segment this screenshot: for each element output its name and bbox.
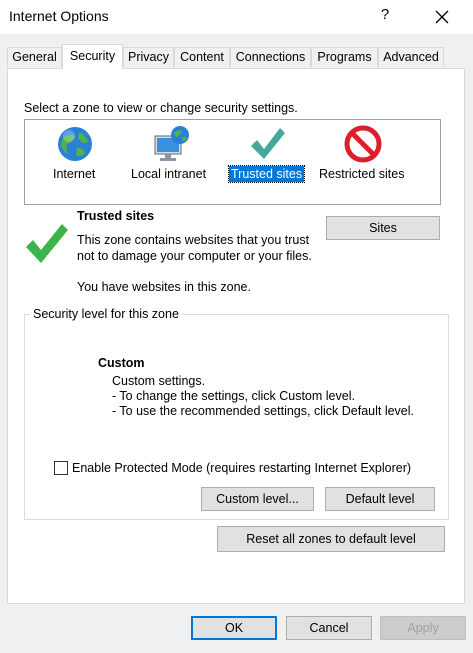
help-button[interactable]: ? [376, 6, 394, 26]
zone-restricted-sites[interactable]: Restricted sites [317, 120, 413, 204]
tab-connections[interactable]: Connections [230, 47, 311, 67]
ok-button[interactable]: OK [191, 616, 277, 640]
intranet-icon [154, 126, 189, 161]
zone-label: Internet [53, 167, 96, 181]
level-line: - To use the recommended settings, click… [112, 404, 414, 418]
tab-advanced[interactable]: Advanced [378, 47, 444, 67]
security-level-label: Security level for this zone [30, 307, 182, 321]
zone-note: You have websites in this zone. [77, 280, 251, 294]
zone-title: Trusted sites [77, 209, 155, 223]
cancel-button[interactable]: Cancel [286, 616, 372, 640]
zone-prompt: Select a zone to view or change security… [24, 101, 298, 115]
level-line: - To change the settings, click Custom l… [112, 389, 355, 403]
protected-mode-label[interactable]: Enable Protected Mode (requires restarti… [72, 461, 411, 475]
window-title: Internet Options [9, 8, 109, 24]
zone-label: Trusted sites [227, 165, 306, 183]
dialog-buttons: OK Cancel Apply [0, 604, 473, 653]
tab-programs[interactable]: Programs [311, 47, 378, 67]
globe-icon [58, 127, 92, 161]
checkmark-icon [251, 128, 285, 159]
tab-general[interactable]: General [7, 47, 62, 67]
apply-button[interactable]: Apply [380, 616, 466, 640]
restricted-icon [344, 125, 382, 163]
close-button[interactable] [431, 6, 453, 28]
protected-mode-checkbox[interactable] [54, 461, 68, 475]
sites-button[interactable]: Sites [326, 216, 440, 240]
zone-label: Local intranet [131, 167, 207, 181]
zone-list: Internet Local intranet Trusted sites Re… [24, 119, 441, 205]
tab-security[interactable]: Security [62, 44, 123, 69]
tab-privacy[interactable]: Privacy [123, 47, 174, 67]
security-level-details: Custom settings. - To change the setting… [112, 374, 414, 419]
checkmark-icon [26, 224, 68, 263]
title-bar: Internet Options ? [0, 0, 473, 34]
level-line: Custom settings. [112, 374, 206, 388]
zone-description: This zone contains websites that you tru… [77, 233, 312, 263]
tab-content[interactable]: Content [174, 47, 230, 67]
default-level-button[interactable]: Default level [325, 487, 435, 511]
zone-internet[interactable]: Internet [45, 120, 105, 204]
security-level-name: Custom [98, 356, 145, 370]
custom-level-button[interactable]: Custom level... [201, 487, 314, 511]
close-icon [435, 10, 449, 24]
zone-trusted-sites[interactable]: Trusted sites [227, 120, 309, 204]
zone-label: Restricted sites [319, 167, 405, 181]
zone-local-intranet[interactable]: Local intranet [129, 120, 219, 204]
security-panel: Select a zone to view or change security… [7, 68, 465, 604]
reset-all-zones-button[interactable]: Reset all zones to default level [217, 526, 445, 552]
